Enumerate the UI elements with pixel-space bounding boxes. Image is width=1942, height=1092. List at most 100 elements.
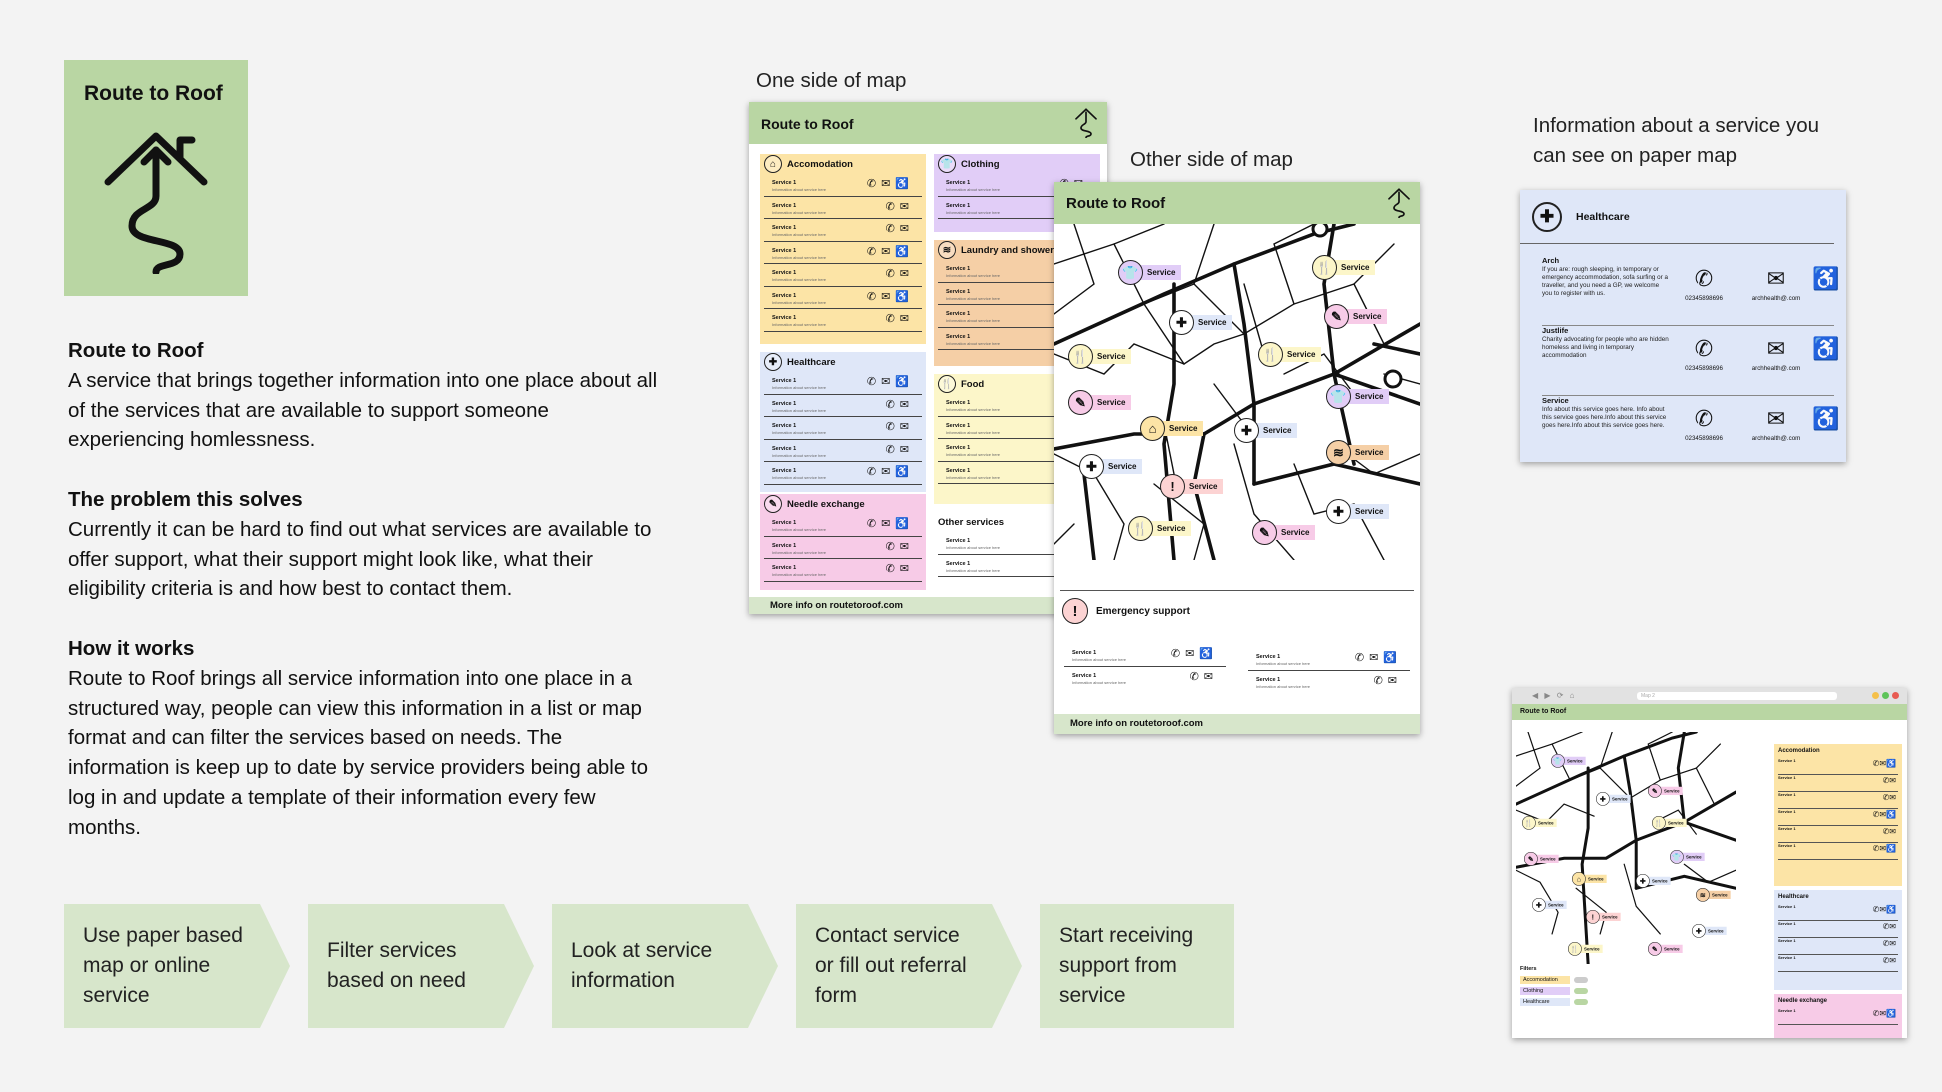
map-pin-needle[interactable]: ✎ Service: [1068, 390, 1132, 415]
section-healthcare: ✚ Healthcare Service 1 Information about s…: [760, 352, 926, 492]
how-text: Route to Roof brings all service informa…: [68, 666, 649, 839]
list-item: Service 1Information about service here✆…: [764, 440, 922, 462]
logo-tile: Route to Roof: [64, 60, 248, 296]
browser-toolbar: ◀ ▶ ⟳ ⌂ Map 2: [1512, 688, 1907, 704]
contact-icons: ✆✉♿: [866, 245, 914, 258]
online-section-healthcare: Healthcare Service 1 ✆✉♿ Service 1 ✆✉ Serv…: [1774, 890, 1902, 990]
map-pin-laundry[interactable]: ≋ Service: [1326, 440, 1390, 465]
step-4: Contact service or fill out referral for…: [796, 904, 1022, 1028]
description-block: Route to Roof A service that brings toge…: [68, 336, 668, 872]
map-pin-clothing[interactable]: 👕 Service: [1551, 754, 1586, 768]
list-item: Service 1Information about service here✆…: [1248, 648, 1410, 671]
service-info-card: ✚ Healthcare Arch If you are: rough slee…: [1520, 190, 1846, 462]
list-item[interactable]: Service 1 ✆✉: [1778, 955, 1898, 972]
map-pin-clothing[interactable]: 👕 Service: [1326, 384, 1390, 409]
street-map[interactable]: 👕 Service 🍴 Service ✚ Service ✎ Service 🍴 Ser…: [1054, 224, 1420, 560]
filter-clothing[interactable]: Clothing: [1520, 987, 1620, 995]
service-entry: Service Info about this service goes her…: [1542, 396, 1840, 466]
filter-healthcare[interactable]: Healthcare: [1520, 998, 1620, 1006]
list-item[interactable]: Service 1 ✆✉♿: [1778, 809, 1898, 826]
list-item[interactable]: Service 1 ✆✉: [1778, 792, 1898, 809]
step-label: Start receiving support from service: [1059, 924, 1194, 1007]
list-item[interactable]: Service 1 ✆✉: [1778, 826, 1898, 843]
address-bar[interactable]: Map 2: [1637, 692, 1837, 700]
map-pin-healthcare[interactable]: ✚ Service: [1596, 792, 1631, 806]
phone-contact[interactable]: ✆ 02345898696: [1674, 336, 1734, 372]
list-item[interactable]: Service 1 ✆✉: [1778, 775, 1898, 792]
contact-icons: ✆✉♿: [866, 178, 914, 190]
accessibility-icon: ♿: [1812, 336, 1840, 361]
map-pin-clothing[interactable]: 👕 Service: [1118, 260, 1182, 285]
emergency-heading: ! Emergency support: [1062, 598, 1190, 624]
accessibility-icon: ♿: [1812, 406, 1840, 431]
map-pin-food[interactable]: 🍴 Service: [1652, 816, 1687, 830]
accessibility-icon: ♿: [1812, 266, 1840, 291]
list-item[interactable]: Service 1 ✆✉♿: [1778, 843, 1898, 860]
online-map[interactable]: 👕 Service ✚ Service ✎ Service 🍴 Service 🍴 Ser…: [1516, 732, 1736, 964]
syringe-icon: ✎: [764, 495, 782, 513]
list-item: Service 1Information about service here✆…: [764, 197, 922, 219]
list-item[interactable]: Service 1 ✆✉: [1778, 921, 1898, 938]
online-service-mockup: ◀ ▶ ⟳ ⌂ Map 2 Route to Roof 👕 Service ✚ …: [1512, 688, 1907, 1038]
step-2: Filter services based on need: [308, 904, 534, 1028]
map-pin-emergency[interactable]: ! Service: [1586, 910, 1621, 924]
map-pin-needle[interactable]: ✎ Service: [1648, 784, 1683, 798]
logo-title: Route to Roof: [84, 82, 223, 105]
filter-accomodation[interactable]: Accomodation: [1520, 976, 1620, 984]
house-route-icon: [104, 132, 208, 274]
list-item[interactable]: Service 1 ✆✉♿: [1778, 904, 1898, 921]
map-pin-laundry[interactable]: ≋ Service: [1696, 888, 1731, 902]
map-pin-healthcare[interactable]: ✚ Service: [1532, 898, 1567, 912]
emergency-list-right: Service 1 Information about service here ✆…: [1244, 648, 1414, 693]
map-pin-healthcare[interactable]: ✚ Service: [1636, 874, 1671, 888]
map-pin-food[interactable]: 🍴 Service: [1068, 344, 1132, 369]
phone-icon: ✆: [1694, 266, 1714, 291]
list-item: Service 1Information about service here✆…: [764, 264, 922, 287]
list-item: Service 1Information about service here✆…: [1064, 644, 1226, 667]
map-pin-food[interactable]: 🍴 Service: [1312, 255, 1376, 280]
service-entry: Arch If you are: rough sleeping, in temp…: [1542, 256, 1840, 326]
map-pin-clothing[interactable]: 👕 Service: [1670, 850, 1705, 864]
list-item: Service 1Information about service here✆…: [764, 395, 922, 417]
browser-nav-icons[interactable]: ◀ ▶ ⟳ ⌂: [1532, 691, 1577, 700]
map-pin-healthcare[interactable]: ✚ Service: [1169, 310, 1233, 335]
map-pin-healthcare[interactable]: ✚ Service: [1326, 499, 1390, 524]
map-pin-accomodation[interactable]: ⌂ Service: [1572, 872, 1607, 886]
map-pin-needle[interactable]: ✎ Service: [1252, 520, 1316, 545]
window-controls[interactable]: [1872, 692, 1899, 699]
list-item: Service 1Information about service here✆…: [764, 537, 922, 559]
map-pin-food[interactable]: 🍴 Service: [1568, 942, 1603, 956]
map-pin-food[interactable]: 🍴 Service: [1258, 342, 1322, 367]
step-label: Use paper based map or online service: [83, 924, 243, 1007]
list-item: Service 1Information about service here✆…: [764, 242, 922, 264]
list-item: Service 1Information about service here✆…: [764, 309, 922, 332]
list-item: Service 1Information about service here✆…: [1072, 670, 1218, 685]
map-pin-healthcare[interactable]: ✚ Service: [1234, 418, 1298, 443]
caption-side-one: One side of map: [756, 69, 907, 92]
map-pin-healthcare[interactable]: ✚ Service: [1079, 454, 1143, 479]
online-section-needle: Needle exchange Service 1 ✆✉♿: [1774, 994, 1902, 1038]
phone-contact[interactable]: ✆ 02345898696: [1674, 266, 1734, 302]
plus-icon: ✚: [764, 353, 782, 371]
map-pin-needle[interactable]: ✎ Service: [1324, 304, 1388, 329]
map-pin-food[interactable]: 🍴 Service: [1128, 516, 1192, 541]
list-item: Service 1Information about service here✆…: [764, 287, 922, 309]
description-intro: A service that brings together informati…: [68, 368, 658, 452]
map-pin-needle[interactable]: ✎ Service: [1648, 942, 1683, 956]
map-pin-healthcare[interactable]: ✚ Service: [1692, 924, 1727, 938]
info-card-header: ✚ Healthcare: [1520, 190, 1834, 244]
list-item[interactable]: Service 1 ✆✉: [1778, 938, 1898, 955]
list-item: Service 1Information about service here✆…: [764, 372, 922, 395]
logo-icon: [1075, 108, 1097, 138]
map-pin-needle[interactable]: ✎ Service: [1524, 852, 1559, 866]
list-item[interactable]: Service 1 ✆✉♿: [1778, 1008, 1898, 1025]
map-pin-emergency[interactable]: ! Service: [1160, 474, 1224, 499]
toggle-switch: [1574, 977, 1588, 983]
filters-panel: Filters Accomodation Clothing Healthcare: [1520, 966, 1620, 1006]
list-item[interactable]: Service 1 ✆✉♿: [1778, 758, 1898, 775]
phone-contact[interactable]: ✆ 02345898696: [1674, 406, 1734, 442]
section-accomodation: ⌂ Accomodation Service 1 Information about…: [760, 154, 926, 344]
map-pin-accomodation[interactable]: ⌂ Service: [1140, 416, 1204, 441]
map-pin-food[interactable]: 🍴 Service: [1522, 816, 1557, 830]
caption-side-two: Other side of map: [1130, 148, 1293, 171]
